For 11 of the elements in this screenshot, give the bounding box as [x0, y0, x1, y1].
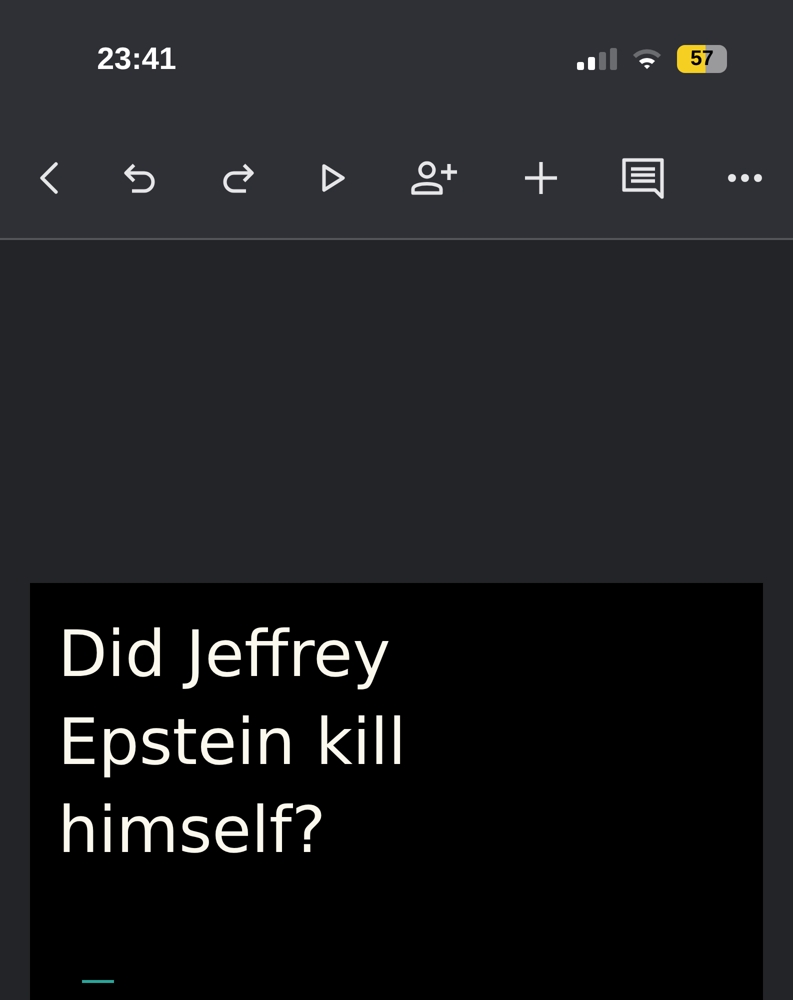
plus-icon	[522, 160, 559, 196]
more-icon	[726, 173, 763, 183]
back-icon	[38, 161, 60, 195]
accent-line	[82, 980, 114, 983]
signal-icon	[577, 48, 617, 70]
status-time: 23:41	[97, 41, 176, 77]
battery-indicator: 57	[677, 45, 727, 73]
wifi-icon	[631, 47, 663, 71]
slide[interactable]: Did Jeffrey Epstein kill himself?	[30, 583, 763, 1000]
slide-title: Did Jeffrey Epstein kill himself?	[58, 617, 407, 870]
comment-icon	[620, 157, 665, 199]
